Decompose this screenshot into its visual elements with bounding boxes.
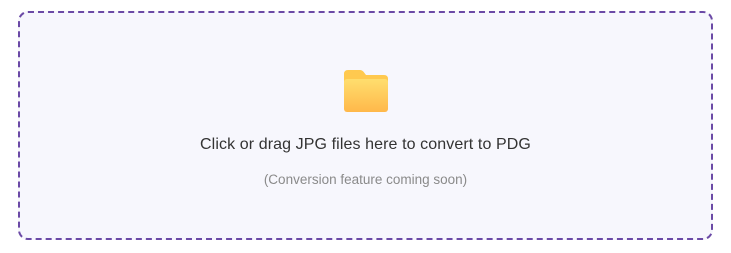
drop-zone-message: Click or drag JPG files here to convert … <box>200 136 531 153</box>
file-drop-zone[interactable]: Click or drag JPG files here to convert … <box>18 11 713 240</box>
drop-zone-note: (Conversion feature coming soon) <box>263 172 468 187</box>
folder-icon <box>343 70 388 112</box>
